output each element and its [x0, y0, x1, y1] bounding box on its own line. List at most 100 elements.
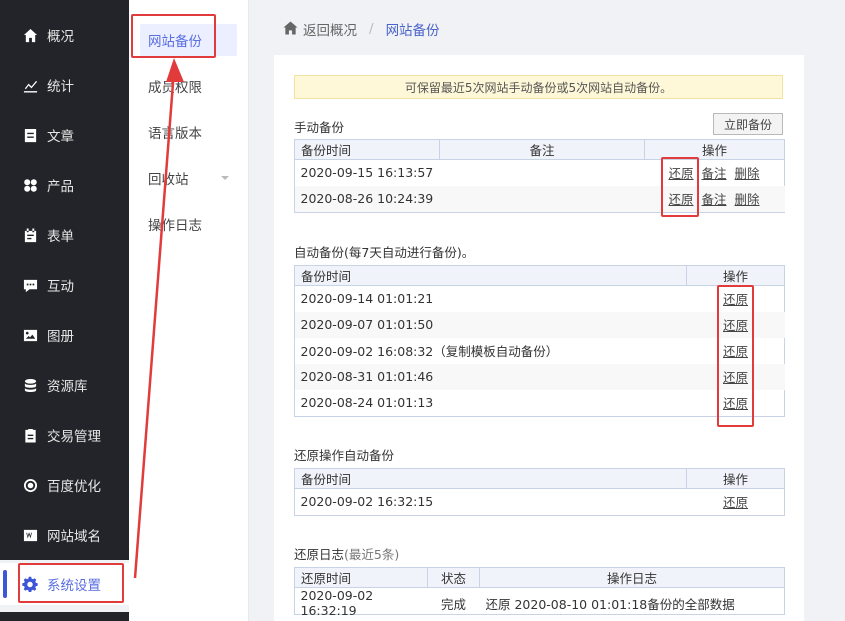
chart-icon	[22, 77, 38, 93]
sidebar-item-label: 资源库	[47, 379, 88, 395]
table-row: 2020-08-31 01:01:46 还原	[294, 363, 785, 390]
backup-time: 2020-09-02 16:32:15	[300, 494, 434, 510]
home-icon	[22, 27, 38, 43]
auto-backup-title: 自动备份(每7天自动进行备份)。	[294, 245, 475, 260]
gallery-icon	[22, 327, 38, 343]
sidebar-item-label: 文章	[47, 129, 74, 145]
active-indicator	[3, 570, 7, 598]
submenu-item-language[interactable]: 语言版本	[129, 116, 249, 148]
sidebar-footer	[0, 612, 129, 621]
restore-link[interactable]: 还原	[723, 292, 748, 307]
seo-icon	[22, 477, 38, 493]
manual-backup-title: 手动备份	[294, 120, 345, 135]
sidebar-item-label: 概况	[47, 29, 74, 45]
sidebar-item-label: 百度优化	[47, 479, 101, 495]
restore-backup-title: 还原操作自动备份	[294, 448, 395, 463]
restore-link[interactable]: 还原	[723, 318, 748, 333]
sidebar-item-label: 互动	[47, 279, 74, 295]
restore-log-title-text: 还原日志	[294, 547, 345, 562]
breadcrumb-back-link[interactable]: 返回概况	[303, 19, 357, 39]
restore-link[interactable]: 还原	[669, 166, 694, 181]
restore-log-text: 还原 2020-08-10 01:01:18备份的全部数据	[485, 596, 735, 612]
main-sidebar: 概况 统计 文章 产品 表单 互动 图册 资源库 交易管理 百度优化 网站域名	[0, 0, 129, 560]
clipboard-icon	[22, 427, 38, 443]
backup-time: 2020-09-15 16:13:57	[300, 165, 434, 181]
sidebar-item-gallery[interactable]: 图册	[0, 315, 129, 355]
column-header: 备注	[439, 139, 645, 160]
product-icon	[22, 177, 38, 193]
backup-now-button[interactable]: 立即备份	[713, 113, 783, 135]
table-row: 2020-08-26 10:24:39 还原 备注 删除	[294, 185, 785, 212]
restore-link[interactable]: 还原	[669, 192, 694, 207]
domain-icon	[22, 527, 38, 543]
delete-link[interactable]: 删除	[735, 192, 760, 207]
sidebar-item-products[interactable]: 产品	[0, 165, 129, 205]
table-row: 2020-09-15 16:13:57 还原 备注 删除	[295, 160, 785, 186]
submenu-item-backup[interactable]: 网站备份	[140, 24, 237, 56]
restore-time: 2020-09-02 16:32:19	[300, 588, 374, 618]
breadcrumb-separator: /	[369, 21, 374, 37]
restore-log-title-suffix: (最近5条)	[344, 547, 400, 562]
column-header: 还原时间	[294, 567, 428, 588]
breadcrumb: 返回概况 / 网站备份	[283, 19, 440, 39]
breadcrumb-current: 网站备份	[385, 23, 440, 39]
backup-time: 2020-08-26 10:24:39	[294, 185, 440, 212]
chat-icon	[22, 277, 38, 293]
backup-note	[439, 185, 645, 212]
sidebar-item-forms[interactable]: 表单	[0, 215, 129, 255]
sidebar-item-label: 产品	[47, 179, 74, 195]
sidebar-item-articles[interactable]: 文章	[0, 115, 129, 155]
restore-link[interactable]: 还原	[723, 396, 748, 411]
submenu-item-log[interactable]: 操作日志	[129, 208, 249, 240]
column-header: 备份时间	[294, 468, 687, 489]
table-row: 2020-09-02 16:32:19 完成 还原 2020-08-10 01:…	[295, 588, 785, 618]
table-row: 2020-09-07 01:01:50 还原	[294, 311, 785, 338]
manual-backup-table: 备份时间 备注 操作 2020-09-15 16:13:57 还原 备注 删除 20…	[294, 139, 785, 212]
restore-log-table: 还原时间 状态 操作日志 2020-09-02 16:32:19 完成 还原 2…	[294, 567, 785, 618]
backup-time: 2020-09-14 01:01:21	[300, 291, 434, 307]
sidebar-item-settings[interactable]: 系统设置	[0, 563, 129, 605]
restore-link[interactable]: 还原	[723, 495, 748, 510]
backup-time: 2020-08-24 01:01:13	[300, 395, 434, 410]
note-link[interactable]: 备注	[702, 166, 727, 181]
table-row: 2020-09-02 16:08:32（复制模板自动备份） 还原	[295, 338, 785, 364]
settings-submenu: 网站备份 成员权限 语言版本 回收站 操作日志	[129, 0, 249, 621]
column-header: 操作	[686, 265, 785, 286]
sidebar-item-overview[interactable]: 概况	[0, 15, 129, 55]
sidebar-item-domain[interactable]: 网站域名	[0, 515, 129, 555]
sidebar-item-interaction[interactable]: 互动	[0, 265, 129, 305]
backup-time: 2020-09-02 16:08:32（复制模板自动备份）	[300, 344, 559, 359]
sidebar-item-resources[interactable]: 资源库	[0, 365, 129, 405]
restore-link[interactable]: 还原	[723, 344, 748, 359]
sidebar-item-label: 图册	[47, 329, 74, 345]
restore-log-title: 还原日志(最近5条)	[294, 544, 399, 563]
sidebar-item-label: 网站域名	[47, 529, 101, 545]
restore-backup-table: 备份时间 操作 2020-09-02 16:32:15 还原	[294, 468, 785, 515]
sidebar-item-trade[interactable]: 交易管理	[0, 415, 129, 455]
backup-panel: 可保留最近5次网站手动备份或5次网站自动备份。 手动备份 立即备份 备份时间 备…	[274, 55, 804, 621]
sidebar-item-seo[interactable]: 百度优化	[0, 465, 129, 505]
form-icon	[22, 227, 38, 243]
note-link[interactable]: 备注	[702, 192, 727, 207]
submenu-item-recycle[interactable]: 回收站	[129, 162, 249, 194]
submenu-item-label: 回收站	[148, 172, 189, 188]
table-row: 2020-09-14 01:01:21 还原	[295, 286, 785, 312]
restore-link[interactable]: 还原	[723, 370, 748, 385]
home-icon	[283, 21, 303, 37]
sidebar-item-label: 系统设置	[47, 578, 101, 594]
chevron-down-icon	[221, 176, 229, 180]
column-header: 备份时间	[294, 139, 440, 160]
delete-link[interactable]: 删除	[735, 166, 760, 181]
column-header: 状态	[427, 567, 480, 588]
database-icon	[22, 377, 38, 393]
column-header: 操作日志	[479, 567, 785, 588]
table-row: 2020-09-02 16:32:15 还原	[295, 489, 785, 515]
submenu-item-members[interactable]: 成员权限	[129, 70, 249, 102]
table-row: 2020-08-24 01:01:13 还原	[295, 390, 785, 416]
column-header: 操作	[686, 468, 785, 489]
auto-backup-table: 备份时间 操作 2020-09-14 01:01:21 还原 2020-09-07…	[294, 265, 785, 416]
column-header: 备份时间	[294, 265, 687, 286]
gear-icon	[22, 576, 38, 592]
sidebar-item-stats[interactable]: 统计	[0, 65, 129, 105]
sidebar-item-label: 表单	[47, 229, 74, 245]
